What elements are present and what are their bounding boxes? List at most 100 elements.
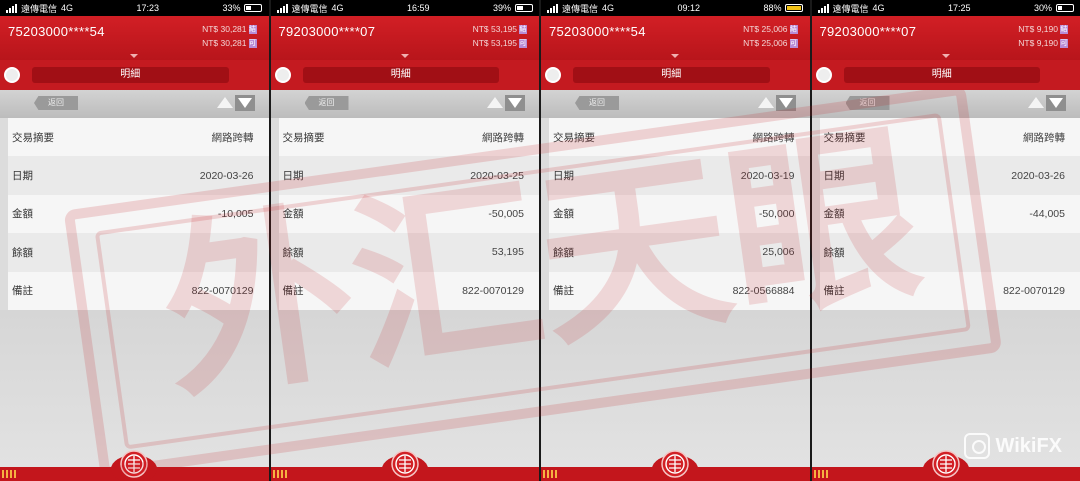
tab-details[interactable]: 明細 [32,67,229,83]
toolbar: 返回 [541,90,810,118]
bank-logo-icon[interactable] [922,447,969,481]
bank-logo-icon[interactable] [381,447,428,481]
detail-row: 備註 822-0070129 [8,271,269,310]
detail-row: 交易摘要 網路跨轉 [8,118,269,157]
network-label: 4G [602,3,615,13]
detail-row: 日期 2020-03-25 [278,156,539,195]
detail-row: 金額 -50,005 [278,194,539,234]
bank-logo-icon[interactable] [111,447,158,481]
detail-row: 餘額 25,006 [549,233,810,272]
toolbar: 返回 [0,90,269,118]
wikifx-logo-icon [963,433,990,459]
next-button[interactable] [505,95,525,111]
circle-knob-icon[interactable] [545,67,561,83]
status-bar: 遠傳電信 4G 16:59 39% [270,0,539,16]
toolbar: 返回 [270,90,539,118]
back-button[interactable]: 返回 [304,96,349,110]
detail-row: 日期 2020-03-19 [549,156,810,195]
phone-screen-1: 遠傳電信 4G 17:23 33% 75203000****54 NT$ 30,… [0,0,269,481]
signal-icon [817,3,829,13]
tab-strip: 明細 [0,60,269,90]
clock-label: 16:59 [406,3,430,13]
account-header[interactable]: 79203000****07 NT$ 53,195 結 NT$ 53,195 可 [270,16,539,60]
chevron-down-icon[interactable] [400,54,409,58]
tab-details[interactable]: 明細 [573,67,770,83]
chevron-down-icon[interactable] [671,54,680,58]
arrow-down-icon [778,98,793,108]
detail-row: 備註 822-0070129 [278,271,539,310]
back-button[interactable]: 返回 [575,96,619,110]
phone-screen-3: 遠傳電信 4G 09:12 88% 75203000****54 NT$ 25,… [541,0,810,481]
back-button[interactable]: 返回 [845,96,890,110]
detail-row: 餘額 [819,233,1080,272]
account-header[interactable]: 79203000****07 NT$ 9,190 結 NT$ 9,190 可 [811,16,1080,60]
tab-strip: 明細 [270,60,539,90]
arrow-down-icon [237,98,252,108]
detail-row: 交易摘要 網路跨轉 [549,118,810,157]
tab-strip: 明細 [811,60,1080,90]
arrow-up-icon[interactable] [757,97,774,108]
chevron-down-icon[interactable] [941,54,950,58]
back-button[interactable]: 返回 [34,96,78,110]
battery-icon [514,4,533,12]
detail-row: 金額 -44,005 [819,194,1080,234]
status-bar: 遠傳電信 4G 17:23 33% [0,0,269,16]
tab-details[interactable]: 明細 [843,67,1040,83]
battery-percent: 30% [1033,3,1052,13]
balance-available: NT$ 25,006 可 [743,38,798,49]
clock-label: 17:23 [136,3,160,13]
balance-settled: NT$ 9,190 結 [1018,24,1068,35]
toolbar: 返回 [811,90,1080,118]
network-label: 4G [331,3,344,13]
status-bar: 遠傳電信 4G 09:12 88% [541,0,810,16]
signal-icon [547,3,558,13]
clock-label: 09:12 [677,3,701,13]
balance-available: NT$ 53,195 可 [472,38,527,49]
arrow-up-icon[interactable] [1028,97,1044,108]
balance-settled: NT$ 53,195 結 [472,24,527,35]
phone-screen-4: 遠傳電信 4G 17:25 30% 79203000****07 NT$ 9,1… [811,0,1080,481]
battery-icon [244,4,263,12]
tab-strip: 明細 [541,60,810,90]
next-button[interactable] [775,95,796,111]
account-header[interactable]: 75203000****54 NT$ 30,281 結 NT$ 30,281 可 [0,16,269,60]
next-button[interactable] [1046,95,1066,111]
carrier-label: 遠傳電信 [291,3,328,14]
arrow-up-icon[interactable] [487,97,503,108]
account-number: 75203000****54 [549,24,646,39]
account-number: 75203000****54 [8,24,105,39]
phone-screen-2: 遠傳電信 4G 16:59 39% 79203000****07 NT$ 53,… [270,0,539,481]
clock-label: 17:25 [947,3,971,13]
balance-available: NT$ 30,281 可 [202,38,257,49]
detail-row: 備註 822-0070129 [819,271,1080,310]
battery-percent: 88% [763,3,782,13]
battery-percent: 33% [222,3,241,13]
circle-knob-icon[interactable] [274,67,291,83]
detail-row: 交易摘要 網路跨轉 [278,118,539,157]
circle-knob-icon[interactable] [4,67,20,83]
detail-row: 餘額 [8,233,269,272]
arrow-down-icon [508,98,522,108]
detail-row: 金額 -10,005 [8,194,269,234]
tab-details[interactable]: 明細 [302,67,499,83]
next-button[interactable] [234,95,255,111]
bank-logo-icon[interactable] [652,447,699,481]
status-bar: 遠傳電信 4G 17:25 30% [811,0,1080,16]
carrier-label: 遠傳電信 [562,3,599,14]
wikifx-watermark: WikiFX [963,433,1062,459]
carrier-label: 遠傳電信 [832,3,869,14]
arrow-down-icon [1049,98,1063,108]
balance-settled: NT$ 25,006 結 [743,24,798,35]
chevron-down-icon[interactable] [130,54,139,58]
battery-icon [1055,4,1074,12]
arrow-up-icon[interactable] [216,97,233,108]
circle-knob-icon[interactable] [815,67,832,83]
account-header[interactable]: 75203000****54 NT$ 25,006 結 NT$ 25,006 可 [541,16,810,60]
detail-list: 交易摘要 網路跨轉 日期 2020-03-26 金額 -44,005 餘額 備註 822… [819,118,1080,310]
balance-settled: NT$ 30,281 結 [202,24,257,35]
screenshot-collage: 遠傳電信 4G 17:23 33% 75203000****54 NT$ 30,… [0,0,1080,481]
signal-icon [6,3,17,13]
detail-row: 日期 2020-03-26 [8,156,269,195]
battery-percent: 39% [492,3,511,13]
detail-row: 餘額 53,195 [278,233,539,272]
